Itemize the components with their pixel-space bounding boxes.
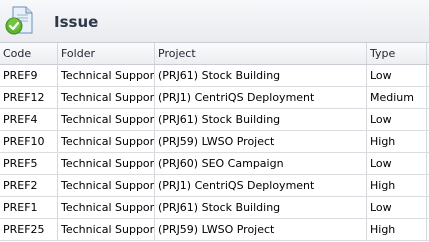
cell-type: Low [367, 65, 427, 86]
cell-type: Low [367, 197, 427, 218]
issue-grid: Code Folder Project Type PREF9 Technical… [0, 43, 429, 241]
cell-folder: Technical Support [58, 153, 155, 174]
cell-folder: Technical Support [58, 219, 155, 240]
cell-type: High [367, 219, 427, 240]
table-row[interactable]: PREF9 Technical Support (PRJ61) Stock Bu… [0, 65, 429, 87]
cell-code: PREF25 [0, 219, 58, 240]
cell-code: PREF10 [0, 131, 58, 152]
cell-folder: Technical Support [58, 197, 155, 218]
cell-project: (PRJ61) Stock Building [155, 109, 367, 130]
cell-project: (PRJ59) LWSO Project [155, 131, 367, 152]
cell-project: (PRJ1) CentriQS Deployment [155, 175, 367, 196]
cell-type: Low [367, 153, 427, 174]
cell-code: PREF9 [0, 65, 58, 86]
cell-folder: Technical Support [58, 175, 155, 196]
table-row[interactable]: PREF12 Technical Support (PRJ1) CentriQS… [0, 87, 429, 109]
cell-folder: Technical Support [58, 131, 155, 152]
column-header-type[interactable]: Type [367, 43, 427, 64]
cell-code: PREF5 [0, 153, 58, 174]
cell-project: (PRJ60) SEO Campaign [155, 153, 367, 174]
cell-code: PREF1 [0, 197, 58, 218]
table-row[interactable]: PREF2 Technical Support (PRJ1) CentriQS … [0, 175, 429, 197]
cell-code: PREF4 [0, 109, 58, 130]
table-row[interactable]: PREF5 Technical Support (PRJ60) SEO Camp… [0, 153, 429, 175]
cell-code: PREF2 [0, 175, 58, 196]
table-row[interactable]: PREF4 Technical Support (PRJ61) Stock Bu… [0, 109, 429, 131]
cell-type: High [367, 175, 427, 196]
cell-type: Low [367, 109, 427, 130]
cell-project: (PRJ61) Stock Building [155, 65, 367, 86]
table-row[interactable]: PREF1 Technical Support (PRJ61) Stock Bu… [0, 197, 429, 219]
cell-code: PREF12 [0, 87, 58, 108]
column-header-project[interactable]: Project [155, 43, 367, 64]
table-row[interactable]: PREF10 Technical Support (PRJ59) LWSO Pr… [0, 131, 429, 153]
cell-folder: Technical Support [58, 109, 155, 130]
cell-folder: Technical Support [58, 65, 155, 86]
cell-project: (PRJ59) LWSO Project [155, 219, 367, 240]
issue-document-check-icon [4, 5, 36, 37]
panel-header: Issue [0, 0, 429, 43]
cell-type: Medium [367, 87, 427, 108]
cell-project: (PRJ1) CentriQS Deployment [155, 87, 367, 108]
cell-type: High [367, 131, 427, 152]
cell-project: (PRJ61) Stock Building [155, 197, 367, 218]
grid-header-row: Code Folder Project Type [0, 43, 429, 65]
column-header-code[interactable]: Code [0, 43, 58, 64]
table-row[interactable]: PREF25 Technical Support (PRJ59) LWSO Pr… [0, 219, 429, 241]
page-title: Issue [54, 13, 99, 31]
cell-folder: Technical Support [58, 87, 155, 108]
column-header-folder[interactable]: Folder [58, 43, 155, 64]
